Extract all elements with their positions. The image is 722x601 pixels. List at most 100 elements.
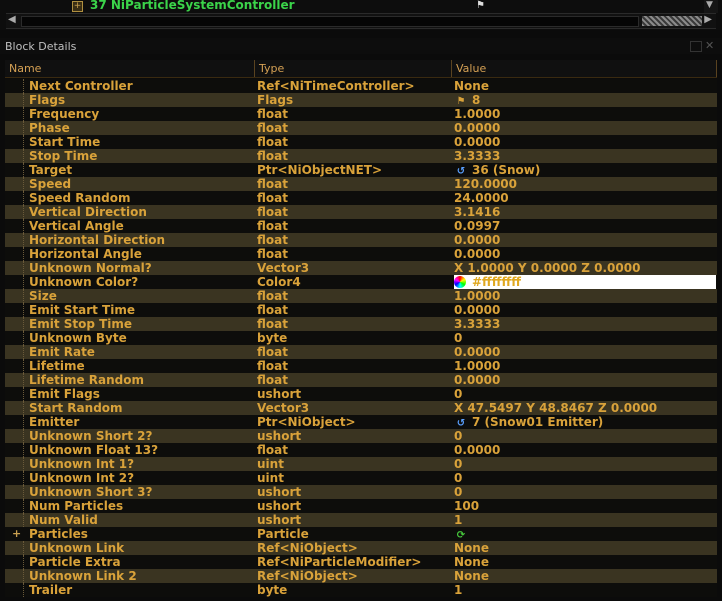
field-value[interactable]: ↺ 7 (Snow01 Emitter) (454, 415, 716, 429)
table-row[interactable]: Emit Flags ushort 0 (5, 387, 717, 401)
table-row[interactable]: Start Time float 0.0000 (5, 135, 717, 149)
field-name: Particle Extra (29, 555, 121, 569)
scrollbar-thumb[interactable] (642, 16, 702, 26)
field-value[interactable]: 0.0000 (454, 345, 716, 359)
field-name: Horizontal Angle (29, 247, 142, 261)
table-row[interactable]: Unknown Link Ref<NiObject> None (5, 541, 717, 555)
table-row[interactable]: Start Random Vector3 X 47.5497 Y 48.8467 Z… (5, 401, 717, 415)
table-row[interactable]: Unknown Link 2 Ref<NiObject> None (5, 569, 717, 583)
field-value[interactable]: None (454, 541, 716, 555)
table-row[interactable]: + Particles Particle ⟳ (5, 527, 717, 541)
field-value[interactable]: 0 (454, 457, 716, 471)
field-value[interactable]: 1 (454, 513, 716, 527)
block-tree-row[interactable]: + 37 NiParticleSystemController ⚑ (0, 0, 704, 13)
field-value[interactable]: ⚑ 8 (454, 93, 716, 107)
table-row[interactable]: Vertical Angle float 0.0997 (5, 219, 717, 233)
table-row[interactable]: Emit Rate float 0.0000 (5, 345, 717, 359)
table-row[interactable]: Target Ptr<NiObjectNET> ↺ 36 (Snow) (5, 163, 717, 177)
column-header-name[interactable]: Name (5, 60, 255, 77)
field-value[interactable]: 0 (454, 429, 716, 443)
field-value[interactable]: 0 (454, 471, 716, 485)
vertical-scrollbar[interactable]: ▼ (704, 0, 718, 13)
field-value-text: 0 (454, 457, 463, 471)
table-row[interactable]: Unknown Int 2? uint 0 (5, 471, 717, 485)
field-value[interactable]: None (454, 569, 716, 583)
table-row[interactable]: Phase float 0.0000 (5, 121, 717, 135)
table-row[interactable]: Emit Start Time float 0.0000 (5, 303, 717, 317)
field-value[interactable]: 120.0000 (454, 177, 716, 191)
field-value[interactable]: 0.0000 (454, 135, 716, 149)
table-row[interactable]: Frequency float 1.0000 (5, 107, 717, 121)
field-type: ushort (257, 499, 302, 513)
expand-icon[interactable]: + (72, 1, 83, 12)
table-row[interactable]: Num Valid ushort 1 (5, 513, 717, 527)
horizontal-scrollbar[interactable]: ◀ ▶ (6, 13, 716, 29)
field-name: Unknown Int 2? (29, 471, 135, 485)
table-row[interactable]: Unknown Normal? Vector3 X 1.0000 Y 0.0000 … (5, 261, 717, 275)
field-value[interactable]: ⟳ (454, 527, 716, 541)
field-value[interactable]: 3.3333 (454, 317, 716, 331)
block-tree-label[interactable]: 37 NiParticleSystemController (90, 0, 295, 12)
table-row[interactable]: Size float 1.0000 (5, 289, 717, 303)
table-row[interactable]: Trailer byte 1 (5, 583, 717, 597)
table-row[interactable]: Vertical Direction float 3.1416 (5, 205, 717, 219)
field-type: Ref<NiObject> (257, 541, 358, 555)
field-value[interactable]: X 47.5497 Y 48.8467 Z 0.0000 (454, 401, 716, 415)
field-value[interactable]: 1.0000 (454, 359, 716, 373)
table-row[interactable]: Stop Time float 3.3333 (5, 149, 717, 163)
field-value[interactable]: #ffffffff (454, 275, 716, 289)
field-value[interactable]: 0.0000 (454, 247, 716, 261)
field-value[interactable]: 0 (454, 331, 716, 345)
table-row[interactable]: Speed float 120.0000 (5, 177, 717, 191)
field-value[interactable]: 100 (454, 499, 716, 513)
field-value[interactable]: 3.3333 (454, 149, 716, 163)
scrollbar-track[interactable] (21, 16, 639, 27)
field-value[interactable]: 1 (454, 583, 716, 597)
table-row[interactable]: Horizontal Direction float 0.0000 (5, 233, 717, 247)
field-value[interactable]: None (454, 555, 716, 569)
field-value[interactable]: 0 (454, 485, 716, 499)
column-header-value[interactable]: Value (452, 60, 717, 77)
table-row[interactable]: Unknown Float 13? float 0.0000 (5, 443, 717, 457)
field-value[interactable]: 1.0000 (454, 107, 716, 121)
column-header-type[interactable]: Type (255, 60, 452, 77)
field-value[interactable]: 3.1416 (454, 205, 716, 219)
field-value[interactable]: 0.0000 (454, 233, 716, 247)
field-name: Particles (29, 527, 88, 541)
field-value[interactable]: X 1.0000 Y 0.0000 Z 0.0000 (454, 261, 716, 275)
field-value[interactable]: 24.0000 (454, 191, 716, 205)
table-row[interactable]: Unknown Short 3? ushort 0 (5, 485, 717, 499)
field-value[interactable]: 0.0000 (454, 121, 716, 135)
table-row[interactable]: Emitter Ptr<NiObject> ↺ 7 (Snow01 Emitter) (5, 415, 717, 429)
table-row[interactable]: Emit Stop Time float 3.3333 (5, 317, 717, 331)
table-row[interactable]: Particle Extra Ref<NiParticleModifier> Non… (5, 555, 717, 569)
field-value[interactable]: 0.0997 (454, 219, 716, 233)
scroll-right-arrow-icon[interactable]: ▶ (704, 14, 712, 25)
expand-icon[interactable]: + (12, 527, 21, 541)
table-row[interactable]: Unknown Short 2? ushort 0 (5, 429, 717, 443)
table-row[interactable]: Flags Flags ⚑ 8 (5, 93, 717, 107)
field-value[interactable]: 0 (454, 387, 716, 401)
field-value[interactable]: 0.0000 (454, 303, 716, 317)
field-value[interactable]: 0.0000 (454, 443, 716, 457)
color-wheel-icon[interactable] (454, 276, 466, 288)
table-row[interactable]: Unknown Color? Color4 #ffffffff (5, 275, 717, 289)
float-dock-icon[interactable] (690, 41, 702, 52)
field-value[interactable]: 0.0000 (454, 373, 716, 387)
table-row[interactable]: Horizontal Angle float 0.0000 (5, 247, 717, 261)
field-value[interactable]: None (454, 79, 716, 93)
scroll-left-arrow-icon[interactable]: ◀ (8, 14, 16, 25)
table-row[interactable]: Next Controller Ref<NiTimeController> None (5, 79, 717, 93)
table-row[interactable]: Num Particles ushort 100 (5, 499, 717, 513)
close-dock-icon[interactable]: ✕ (705, 39, 714, 52)
table-row[interactable]: Speed Random float 24.0000 (5, 191, 717, 205)
field-value-text: 0 (454, 387, 463, 401)
scroll-down-arrow-icon[interactable]: ▼ (706, 0, 713, 10)
field-value[interactable]: 1.0000 (454, 289, 716, 303)
field-value[interactable]: ↺ 36 (Snow) (454, 163, 716, 177)
field-type: Ref<NiParticleModifier> (257, 555, 422, 569)
table-row[interactable]: Lifetime float 1.0000 (5, 359, 717, 373)
table-row[interactable]: Unknown Byte byte 0 (5, 331, 717, 345)
table-row[interactable]: Unknown Int 1? uint 0 (5, 457, 717, 471)
table-row[interactable]: Lifetime Random float 0.0000 (5, 373, 717, 387)
